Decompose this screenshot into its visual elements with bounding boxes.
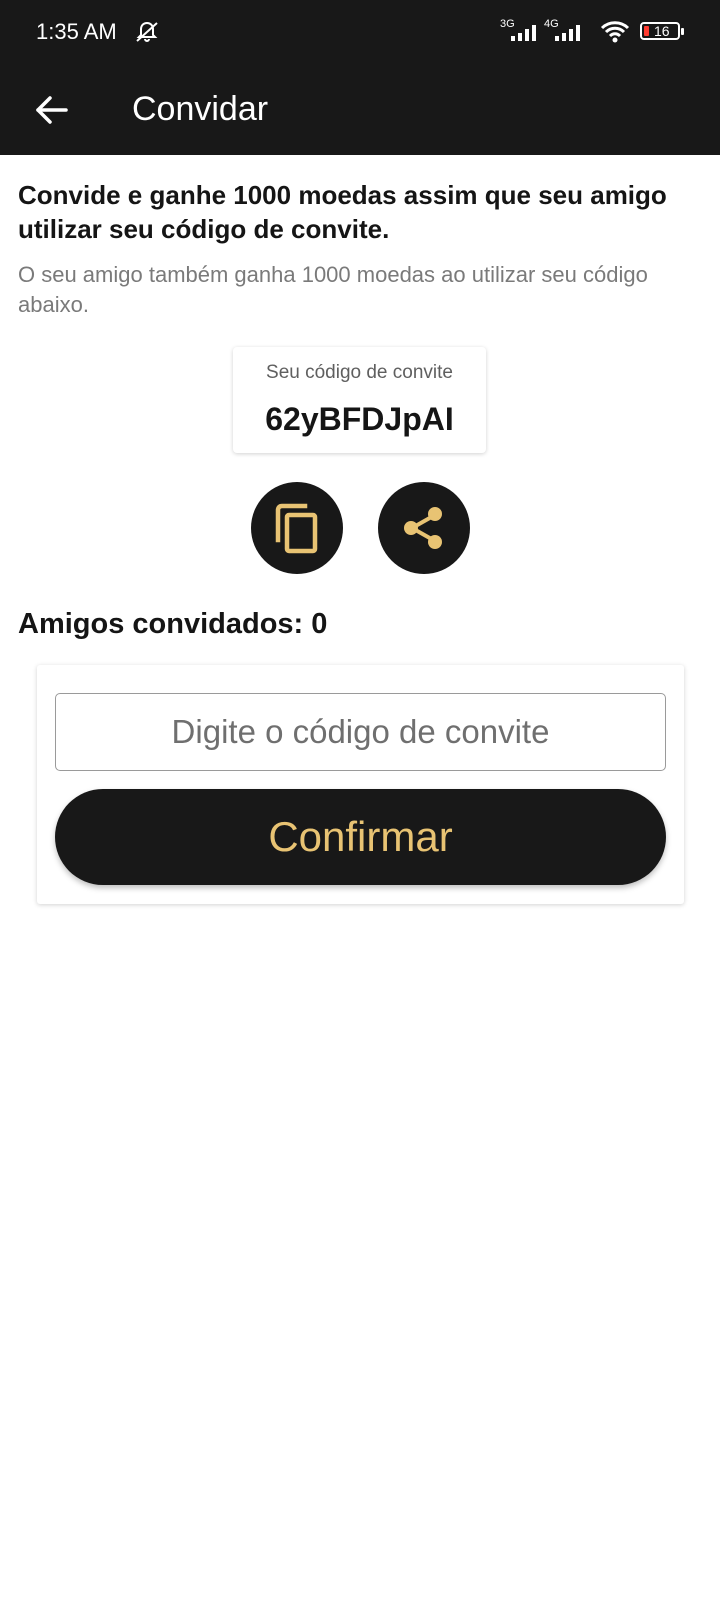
invited-friends-label: Amigos convidados: [18, 608, 304, 640]
status-time: 1:35 AM [36, 19, 117, 44]
status-indicators: 3G 4G 16 [500, 18, 684, 49]
invite-description: O seu amigo também ganha 1000 moedas ao … [18, 262, 648, 317]
signal-icon [554, 24, 584, 47]
invite-code-value: 62yBFDJpAI [265, 401, 454, 437]
invite-headline: Convide e ganhe 1000 moedas assim que se… [18, 180, 667, 244]
share-code-button[interactable] [378, 482, 470, 574]
confirm-button[interactable]: Confirmar [55, 789, 666, 885]
copy-icon [275, 503, 318, 554]
battery-level: 16 [654, 23, 670, 39]
status-bar: 1:35 AM 3G 4G 16 [0, 0, 720, 64]
app-bar: Convidar [0, 64, 720, 155]
share-icon [404, 507, 442, 549]
invite-code-input[interactable] [55, 693, 666, 771]
battery-icon: 16 [640, 22, 684, 40]
invited-friends-count: Amigos convidados: 0 [18, 606, 327, 642]
invite-code-label: Seu código de convite [266, 362, 453, 383]
copy-code-button[interactable] [251, 482, 343, 574]
back-button[interactable] [28, 86, 76, 134]
invited-friends-value: 0 [311, 608, 328, 640]
signal-icon [510, 24, 540, 47]
redeem-code-card: Confirmar [37, 665, 684, 904]
page-title: Convidar [132, 90, 269, 128]
invite-code-card: Seu código de convite 62yBFDJpAI [233, 347, 486, 453]
notifications-off-icon [134, 20, 160, 49]
arrow-back-icon [36, 96, 68, 124]
wifi-icon [600, 20, 630, 49]
